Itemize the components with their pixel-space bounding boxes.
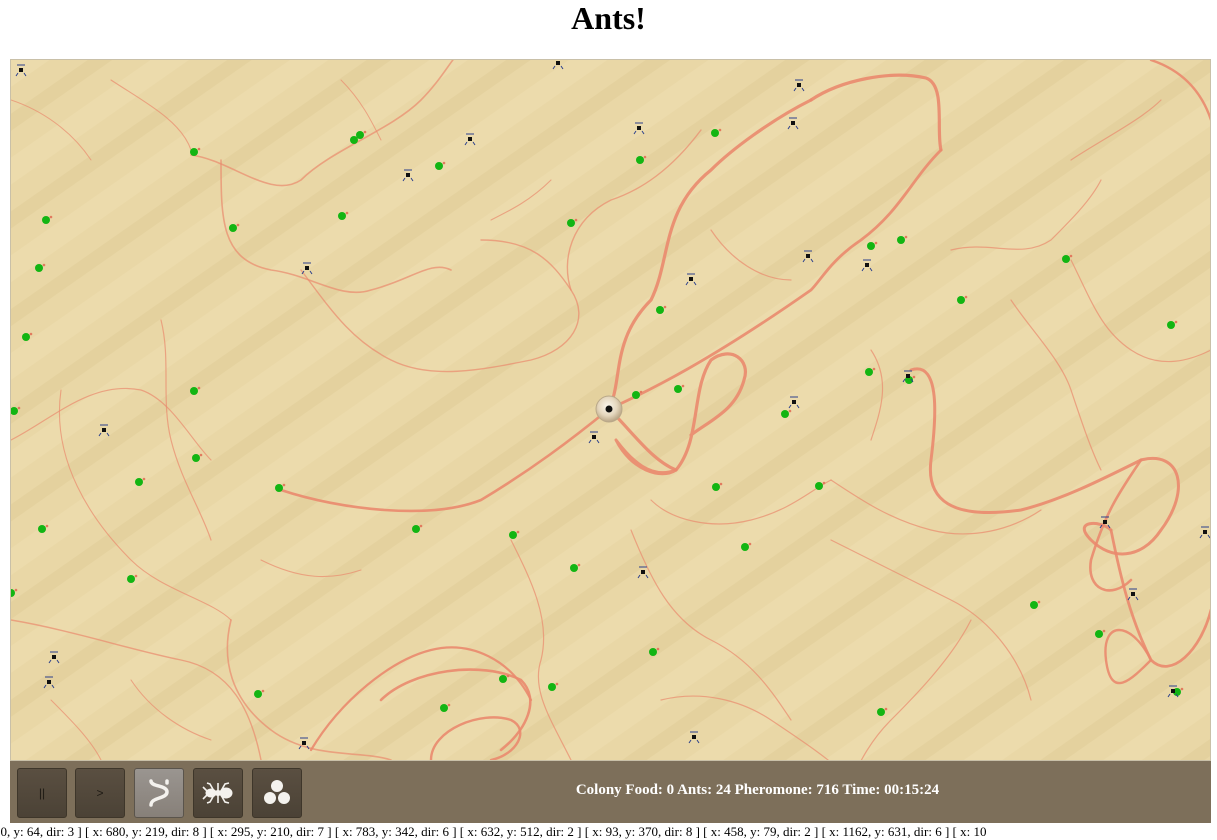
play-icon: > xyxy=(96,786,104,800)
play-button[interactable]: > xyxy=(75,768,125,818)
log-text: 80, y: 64, dir: 3 ] [ x: 680, y: 219, di… xyxy=(0,824,987,839)
ant-icon xyxy=(202,782,233,804)
simulation-field[interactable] xyxy=(10,59,1211,761)
add-ant-button[interactable] xyxy=(193,768,243,818)
trail-icon xyxy=(149,779,169,807)
page-title: Ants! xyxy=(571,0,646,36)
pheromone-toggle-button[interactable] xyxy=(134,768,184,818)
pause-button[interactable]: || xyxy=(17,768,67,818)
colony-status: Colony Food: 0 Ants: 24 Pheromone: 716 T… xyxy=(575,782,940,798)
ant-nest[interactable] xyxy=(595,395,623,423)
toolbar: || > Colony Food: 0 Ants: 24 Pheromone: … xyxy=(10,761,1211,823)
ant-position-log: 80, y: 64, dir: 3 ] [ x: 680, y: 219, di… xyxy=(0,823,1217,840)
food-pile-icon xyxy=(264,780,290,804)
add-food-button[interactable] xyxy=(252,768,302,818)
simulation-canvas[interactable] xyxy=(11,60,1211,761)
pause-icon: || xyxy=(38,786,46,800)
